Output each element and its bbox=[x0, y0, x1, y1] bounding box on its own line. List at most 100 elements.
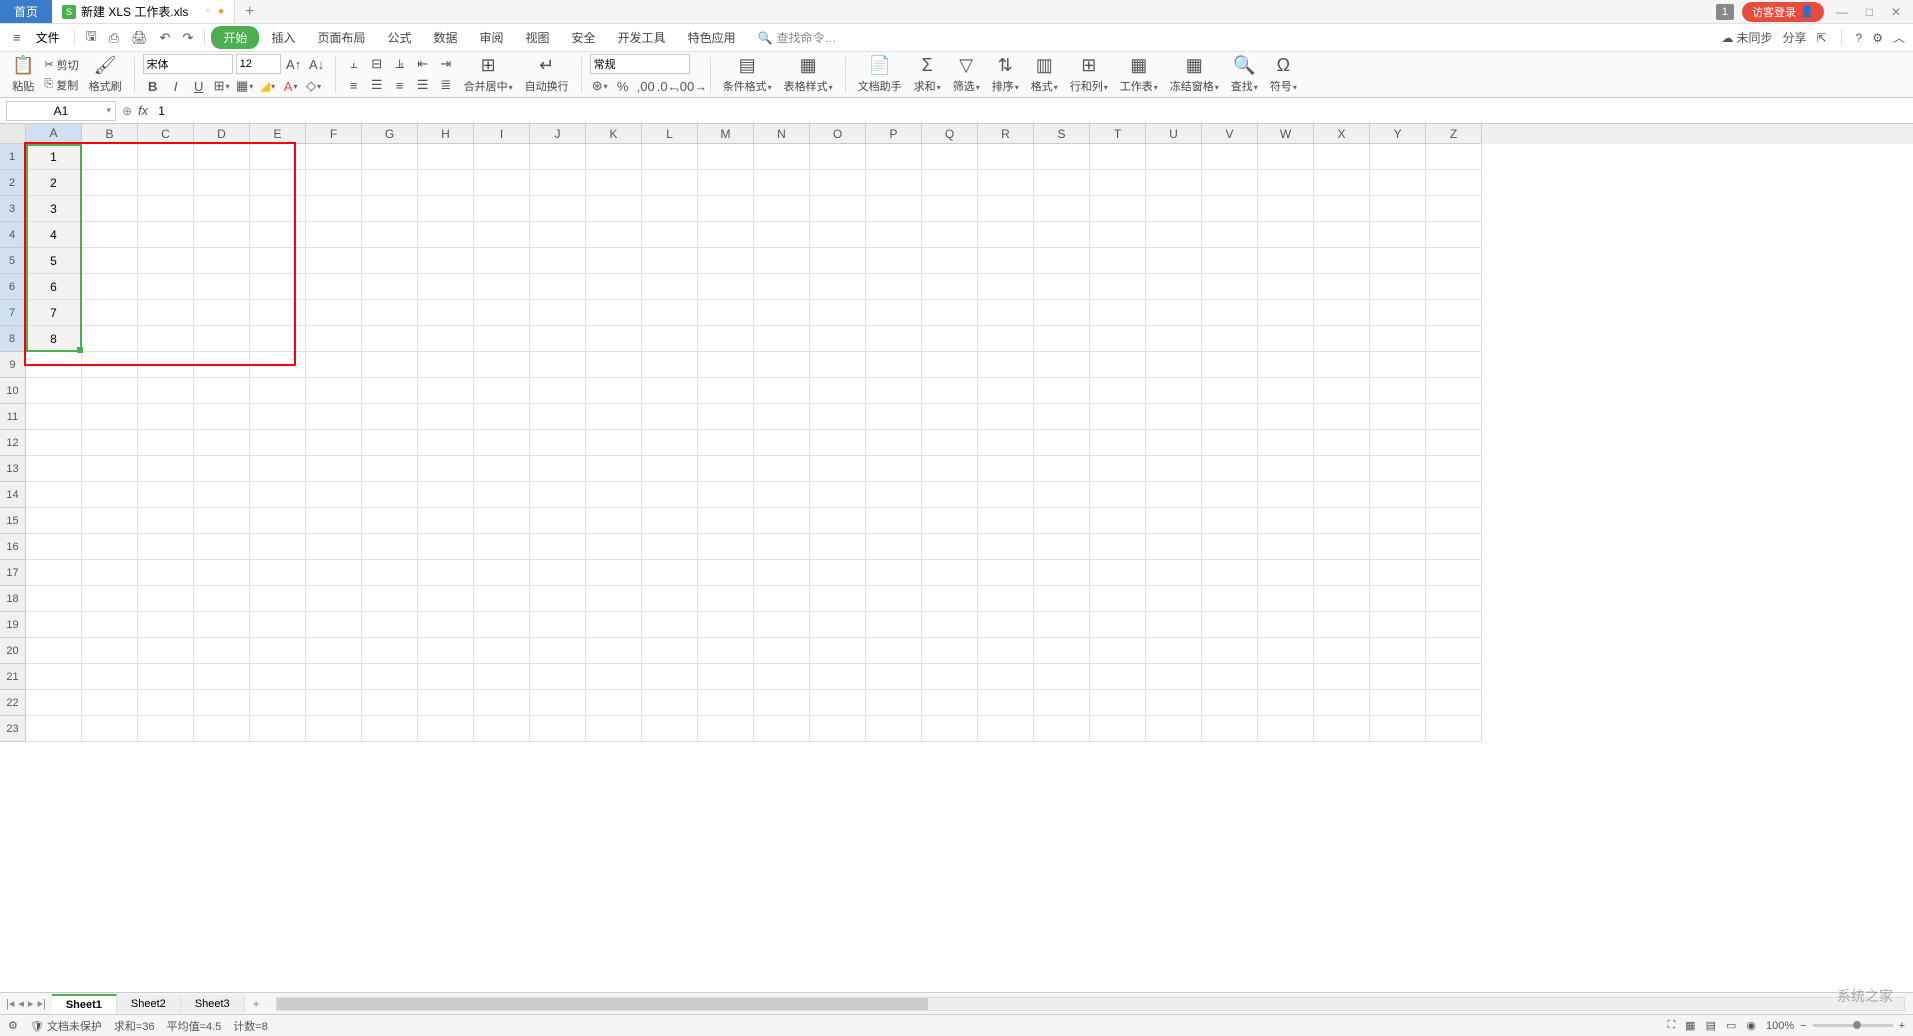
cell-N5[interactable] bbox=[754, 248, 810, 274]
cell-N22[interactable] bbox=[754, 690, 810, 716]
zoom-out-icon[interactable]: − bbox=[1800, 1020, 1806, 1032]
col-header-A[interactable]: A bbox=[26, 124, 82, 144]
cell-X11[interactable] bbox=[1314, 404, 1370, 430]
cell-V5[interactable] bbox=[1202, 248, 1258, 274]
cell-X9[interactable] bbox=[1314, 352, 1370, 378]
cell-C22[interactable] bbox=[138, 690, 194, 716]
cell-B9[interactable] bbox=[82, 352, 138, 378]
cell-K2[interactable] bbox=[586, 170, 642, 196]
cell-W22[interactable] bbox=[1258, 690, 1314, 716]
cell-H22[interactable] bbox=[418, 690, 474, 716]
cell-V12[interactable] bbox=[1202, 430, 1258, 456]
cell-U19[interactable] bbox=[1146, 612, 1202, 638]
expand-formula-icon[interactable]: ⊕ bbox=[122, 104, 132, 118]
cell-W3[interactable] bbox=[1258, 196, 1314, 222]
cell-Q7[interactable] bbox=[922, 300, 978, 326]
cell-P9[interactable] bbox=[866, 352, 922, 378]
cell-C3[interactable] bbox=[138, 196, 194, 222]
cell-R16[interactable] bbox=[978, 534, 1034, 560]
cell-L7[interactable] bbox=[642, 300, 698, 326]
cell-R4[interactable] bbox=[978, 222, 1034, 248]
cell-C7[interactable] bbox=[138, 300, 194, 326]
cell-X1[interactable] bbox=[1314, 144, 1370, 170]
cell-U10[interactable] bbox=[1146, 378, 1202, 404]
cell-F7[interactable] bbox=[306, 300, 362, 326]
cell-T3[interactable] bbox=[1090, 196, 1146, 222]
cell-A20[interactable] bbox=[26, 638, 82, 664]
cell-T14[interactable] bbox=[1090, 482, 1146, 508]
cell-P4[interactable] bbox=[866, 222, 922, 248]
font-size-select[interactable] bbox=[236, 54, 281, 74]
cell-Q21[interactable] bbox=[922, 664, 978, 690]
cell-E22[interactable] bbox=[250, 690, 306, 716]
cell-Q18[interactable] bbox=[922, 586, 978, 612]
cell-Z22[interactable] bbox=[1426, 690, 1482, 716]
cell-H2[interactable] bbox=[418, 170, 474, 196]
cell-G12[interactable] bbox=[362, 430, 418, 456]
cell-D10[interactable] bbox=[194, 378, 250, 404]
cell-I8[interactable] bbox=[474, 326, 530, 352]
cell-M17[interactable] bbox=[698, 560, 754, 586]
cell-J4[interactable] bbox=[530, 222, 586, 248]
cell-Q5[interactable] bbox=[922, 248, 978, 274]
cell-T10[interactable] bbox=[1090, 378, 1146, 404]
cell-A21[interactable] bbox=[26, 664, 82, 690]
row-header-22[interactable]: 22 bbox=[0, 690, 26, 716]
cell-L15[interactable] bbox=[642, 508, 698, 534]
row-header-2[interactable]: 2 bbox=[0, 170, 26, 196]
cell-R20[interactable] bbox=[978, 638, 1034, 664]
row-header-9[interactable]: 9 bbox=[0, 352, 26, 378]
cell-J21[interactable] bbox=[530, 664, 586, 690]
col-header-R[interactable]: R bbox=[978, 124, 1034, 144]
cell-V11[interactable] bbox=[1202, 404, 1258, 430]
cell-M5[interactable] bbox=[698, 248, 754, 274]
cell-L11[interactable] bbox=[642, 404, 698, 430]
cell-I2[interactable] bbox=[474, 170, 530, 196]
cell-V2[interactable] bbox=[1202, 170, 1258, 196]
cell-G9[interactable] bbox=[362, 352, 418, 378]
cell-C9[interactable] bbox=[138, 352, 194, 378]
cell-D19[interactable] bbox=[194, 612, 250, 638]
cell-I17[interactable] bbox=[474, 560, 530, 586]
cell-L18[interactable] bbox=[642, 586, 698, 612]
cell-Y9[interactable] bbox=[1370, 352, 1426, 378]
cell-C1[interactable] bbox=[138, 144, 194, 170]
cell-R10[interactable] bbox=[978, 378, 1034, 404]
command-search[interactable]: 🔍 查找命令… bbox=[758, 29, 837, 46]
cell-H17[interactable] bbox=[418, 560, 474, 586]
worksheet-button[interactable]: ▦工作表▾ bbox=[1116, 53, 1162, 96]
cell-S16[interactable] bbox=[1034, 534, 1090, 560]
cell-T15[interactable] bbox=[1090, 508, 1146, 534]
cell-H9[interactable] bbox=[418, 352, 474, 378]
cell-Y20[interactable] bbox=[1370, 638, 1426, 664]
print-preview-icon[interactable]: ⎙ bbox=[104, 27, 124, 49]
cell-U9[interactable] bbox=[1146, 352, 1202, 378]
cell-J13[interactable] bbox=[530, 456, 586, 482]
cell-U17[interactable] bbox=[1146, 560, 1202, 586]
cell-I7[interactable] bbox=[474, 300, 530, 326]
cell-R12[interactable] bbox=[978, 430, 1034, 456]
cell-D13[interactable] bbox=[194, 456, 250, 482]
cell-U5[interactable] bbox=[1146, 248, 1202, 274]
cell-X13[interactable] bbox=[1314, 456, 1370, 482]
cell-I4[interactable] bbox=[474, 222, 530, 248]
cell-M6[interactable] bbox=[698, 274, 754, 300]
cell-S14[interactable] bbox=[1034, 482, 1090, 508]
cell-G6[interactable] bbox=[362, 274, 418, 300]
last-sheet-icon[interactable]: ▸| bbox=[37, 997, 45, 1010]
cell-Q12[interactable] bbox=[922, 430, 978, 456]
cell-A11[interactable] bbox=[26, 404, 82, 430]
cell-V1[interactable] bbox=[1202, 144, 1258, 170]
cell-Y17[interactable] bbox=[1370, 560, 1426, 586]
cell-G22[interactable] bbox=[362, 690, 418, 716]
cell-I11[interactable] bbox=[474, 404, 530, 430]
indent-increase-icon[interactable]: ⇥ bbox=[436, 55, 456, 73]
cell-D17[interactable] bbox=[194, 560, 250, 586]
cell-A23[interactable] bbox=[26, 716, 82, 742]
cell-R19[interactable] bbox=[978, 612, 1034, 638]
cell-D22[interactable] bbox=[194, 690, 250, 716]
cell-T2[interactable] bbox=[1090, 170, 1146, 196]
cell-S21[interactable] bbox=[1034, 664, 1090, 690]
cell-C8[interactable] bbox=[138, 326, 194, 352]
cell-W15[interactable] bbox=[1258, 508, 1314, 534]
